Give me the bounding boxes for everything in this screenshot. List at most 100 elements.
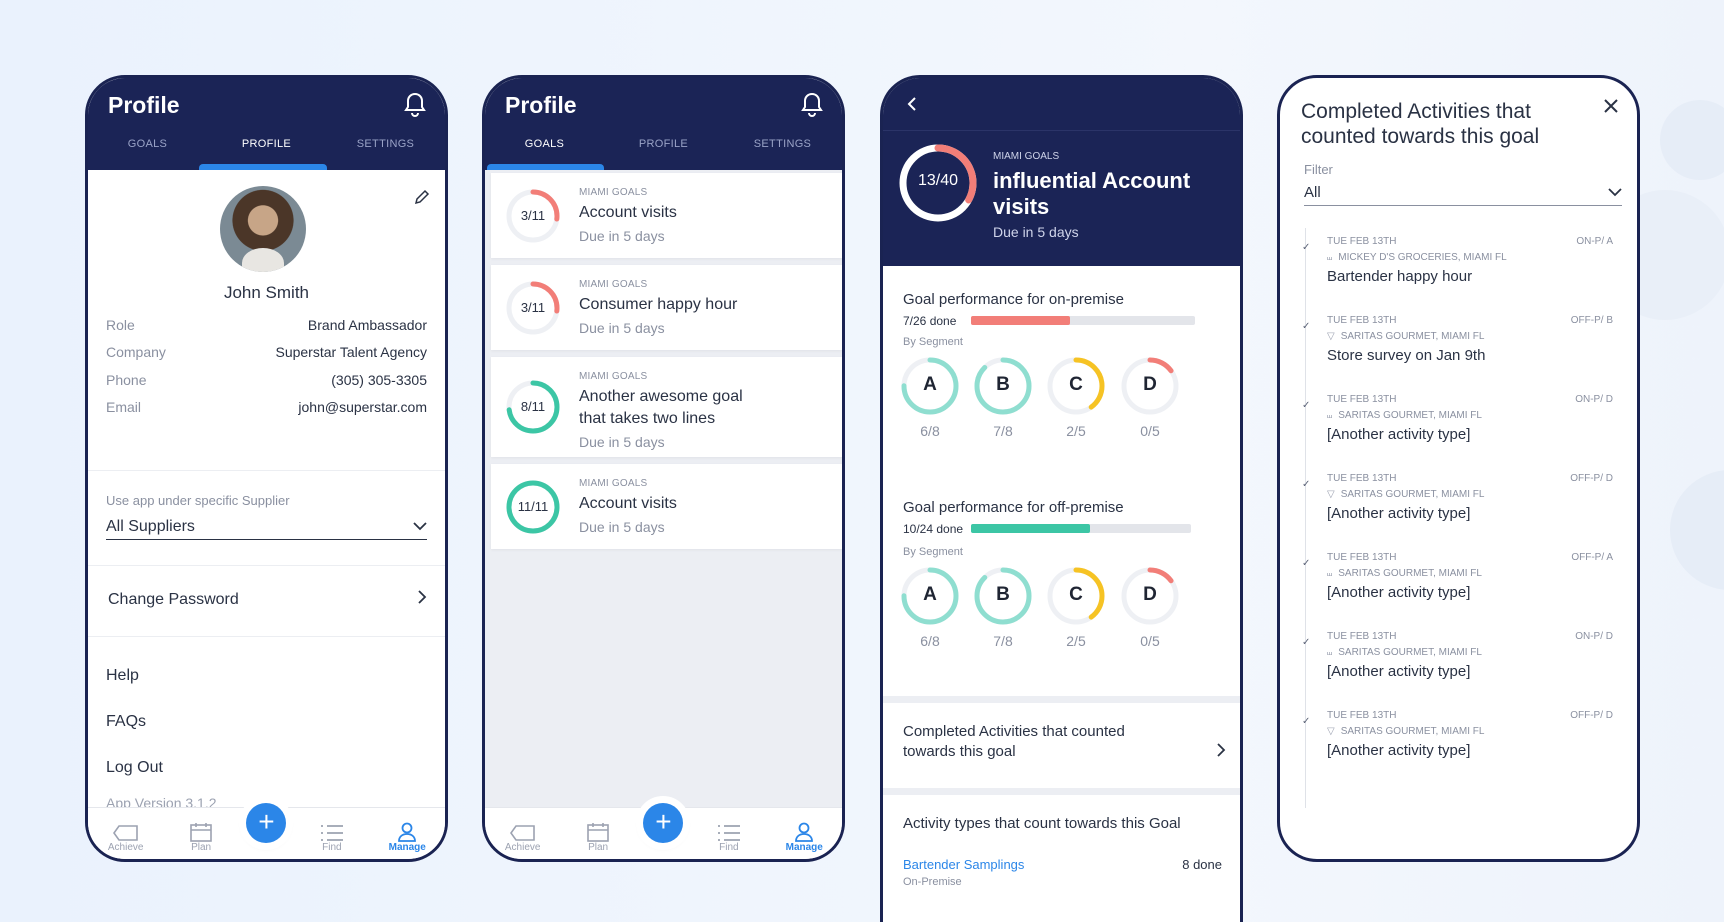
- goal-due: Due in 5 days: [579, 228, 665, 244]
- segment-value: 2/5: [1066, 423, 1086, 439]
- tab-goals[interactable]: GOALS: [89, 138, 207, 150]
- nav-find[interactable]: Find: [302, 824, 362, 853]
- detail-header: 13/40 MIAMI GOALS influential Account vi…: [883, 78, 1240, 266]
- check-icon: ✓: [1302, 716, 1311, 727]
- activity-store: ⧢ SARITAS GOURMET, MIAMI FL: [1302, 647, 1613, 658]
- goal-name-line2: that takes two lines: [579, 410, 716, 427]
- nav-manage[interactable]: Manage: [774, 822, 834, 853]
- add-button[interactable]: +: [246, 803, 287, 843]
- goal-tag: MIAMI GOALS: [579, 279, 648, 290]
- change-password-label: Change Password: [108, 590, 239, 608]
- divider: [88, 636, 445, 637]
- segment-b: B 7/8: [972, 355, 1034, 439]
- field-label: Company: [106, 344, 166, 361]
- nav-manage[interactable]: Manage: [377, 822, 437, 853]
- nav-find[interactable]: Find: [699, 824, 759, 853]
- goal-detail-screen: 13/40 MIAMI GOALS influential Account vi…: [880, 75, 1243, 922]
- add-button[interactable]: +: [643, 803, 684, 843]
- segment-value: 7/8: [993, 633, 1013, 649]
- activity-date: TUE FEB 13TH: [1327, 710, 1397, 721]
- close-icon[interactable]: [1603, 98, 1619, 119]
- activity-item[interactable]: ✓ TUE FEB 13TH ON-P/ D ⧢ SARITAS GOURMET, MI…: [1302, 631, 1613, 680]
- activity-store-name: SARITAS GOURMET, MIAMI FL: [1340, 331, 1485, 342]
- nav-achieve[interactable]: Achieve: [493, 824, 553, 853]
- segment-value: 6/8: [920, 423, 940, 439]
- company-row: Company Superstar Talent Agency: [88, 339, 445, 367]
- on-premise-bar-fill: [971, 316, 1070, 325]
- goal-card[interactable]: 3/11 MIAMI GOALS Consumer happy hour Due in…: [491, 265, 842, 350]
- activity-store: ⧢ SARITAS GOURMET, MIAMI FL: [1302, 568, 1613, 579]
- cart-icon: ⧢: [1327, 647, 1333, 658]
- activity-store: ▽ SARITAS GOURMET, MIAMI FL: [1302, 489, 1613, 500]
- user-icon: [398, 822, 417, 842]
- modal-title-line2: counted towards this goal: [1301, 125, 1540, 148]
- activity-name: [Another activity type]: [1327, 663, 1471, 680]
- check-icon: ✓: [1302, 321, 1311, 332]
- goal-card[interactable]: 11/11 MIAMI GOALS Account visits Due in 5 d…: [491, 464, 842, 549]
- nav-achieve[interactable]: Achieve: [96, 824, 156, 853]
- activity-name: [Another activity type]: [1327, 742, 1471, 759]
- activity-type-link[interactable]: Bartender Samplings: [903, 857, 1024, 872]
- bell-icon[interactable]: [800, 92, 824, 123]
- activity-item[interactable]: ✓ TUE FEB 13TH ON-P/ D ⧢ SARITAS GOURMET, MI…: [1302, 394, 1613, 443]
- supplier-select[interactable]: All Suppliers: [106, 514, 427, 540]
- tab-goals[interactable]: GOALS: [486, 138, 604, 150]
- segment-letter: A: [923, 374, 937, 395]
- active-tab-indicator: [487, 164, 604, 170]
- activity-code: OFF-P/ D: [1570, 473, 1613, 484]
- activity-types-title: Activity types that count towards this G…: [903, 815, 1181, 832]
- goal-card[interactable]: 8/11 MIAMI GOALS Another awesome goal that …: [491, 357, 842, 457]
- nav-plan[interactable]: Plan: [568, 822, 628, 853]
- tab-profile[interactable]: PROFILE: [605, 138, 723, 150]
- completed-activities-link[interactable]: Completed Activities that counted toward…: [883, 703, 1240, 788]
- goal-tag: MIAMI GOALS: [579, 187, 648, 198]
- back-button[interactable]: [907, 96, 917, 117]
- tab-settings[interactable]: SETTINGS: [724, 138, 842, 150]
- tab-profile[interactable]: PROFILE: [208, 138, 326, 150]
- goal-progress-ring: 8/11: [505, 379, 561, 435]
- change-password-row[interactable]: Change Password: [108, 590, 427, 609]
- goal-name: Account visits: [579, 204, 677, 221]
- check-icon: ✓: [1302, 637, 1311, 648]
- edit-icon[interactable]: [413, 188, 431, 211]
- field-label: Phone: [106, 371, 147, 388]
- supplier-value: All Suppliers: [106, 517, 195, 535]
- field-value: Brand Ambassador: [307, 316, 427, 333]
- active-tab-indicator: [199, 164, 327, 170]
- activity-name: Store survey on Jan 9th: [1327, 347, 1486, 364]
- check-icon: ✓: [1302, 479, 1311, 490]
- activity-date: TUE FEB 13TH: [1327, 236, 1397, 247]
- activity-date: TUE FEB 13TH: [1327, 394, 1397, 405]
- logout-link[interactable]: Log Out: [106, 759, 163, 777]
- goal-card[interactable]: 3/11 MIAMI GOALS Account visits Due in 5 da…: [491, 173, 842, 258]
- profile-name: John Smith: [223, 283, 310, 302]
- activity-code: ON-P/ A: [1576, 236, 1613, 247]
- activity-item[interactable]: ✓ TUE FEB 13TH OFF-P/ D ▽ SARITAS GOURMET, M…: [1302, 473, 1613, 522]
- check-icon: ✓: [1302, 400, 1311, 411]
- divider: [88, 565, 445, 566]
- modal-title-line1: Completed Activities that: [1301, 100, 1531, 123]
- bell-icon[interactable]: [403, 92, 427, 123]
- segment-letter: C: [1069, 584, 1083, 605]
- goal-tag: MIAMI GOALS: [993, 151, 1060, 162]
- help-link[interactable]: Help: [106, 667, 139, 685]
- segment-d: D 0/5: [1119, 565, 1181, 649]
- goal-title-line1: influential Account: [993, 168, 1191, 193]
- tab-settings[interactable]: SETTINGS: [327, 138, 445, 150]
- goal-progress-ring: 3/11: [505, 188, 561, 244]
- activity-item[interactable]: ✓ TUE FEB 13TH OFF-P/ B ▽ SARITAS GOURMET, M…: [1302, 315, 1613, 364]
- off-premise-bar: [971, 524, 1191, 533]
- segment-a: A 6/8: [899, 355, 961, 439]
- filter-select[interactable]: All: [1304, 180, 1622, 206]
- role-row: Role Brand Ambassador: [88, 311, 445, 339]
- activity-types-card: Activity types that count towards this G…: [883, 795, 1240, 922]
- check-icon: ✓: [1302, 242, 1311, 253]
- activity-item[interactable]: ✓ TUE FEB 13TH OFF-P/ D ▽ SARITAS GOURMET, M…: [1302, 710, 1613, 759]
- activity-store-name: SARITAS GOURMET, MIAMI FL: [1340, 726, 1485, 737]
- faqs-link[interactable]: FAQs: [106, 713, 146, 731]
- activity-item[interactable]: ✓ TUE FEB 13TH OFF-P/ A ⧢ SARITAS GOURMET, M…: [1302, 552, 1613, 601]
- activity-item[interactable]: ✓ TUE FEB 13TH ON-P/ A ⧢ MICKEY D'S GROCERIE…: [1302, 236, 1613, 285]
- off-premise-done: 10/24 done: [903, 522, 964, 536]
- nav-plan[interactable]: Plan: [171, 822, 231, 853]
- off-premise-title: Goal performance for off-premise: [903, 499, 1124, 516]
